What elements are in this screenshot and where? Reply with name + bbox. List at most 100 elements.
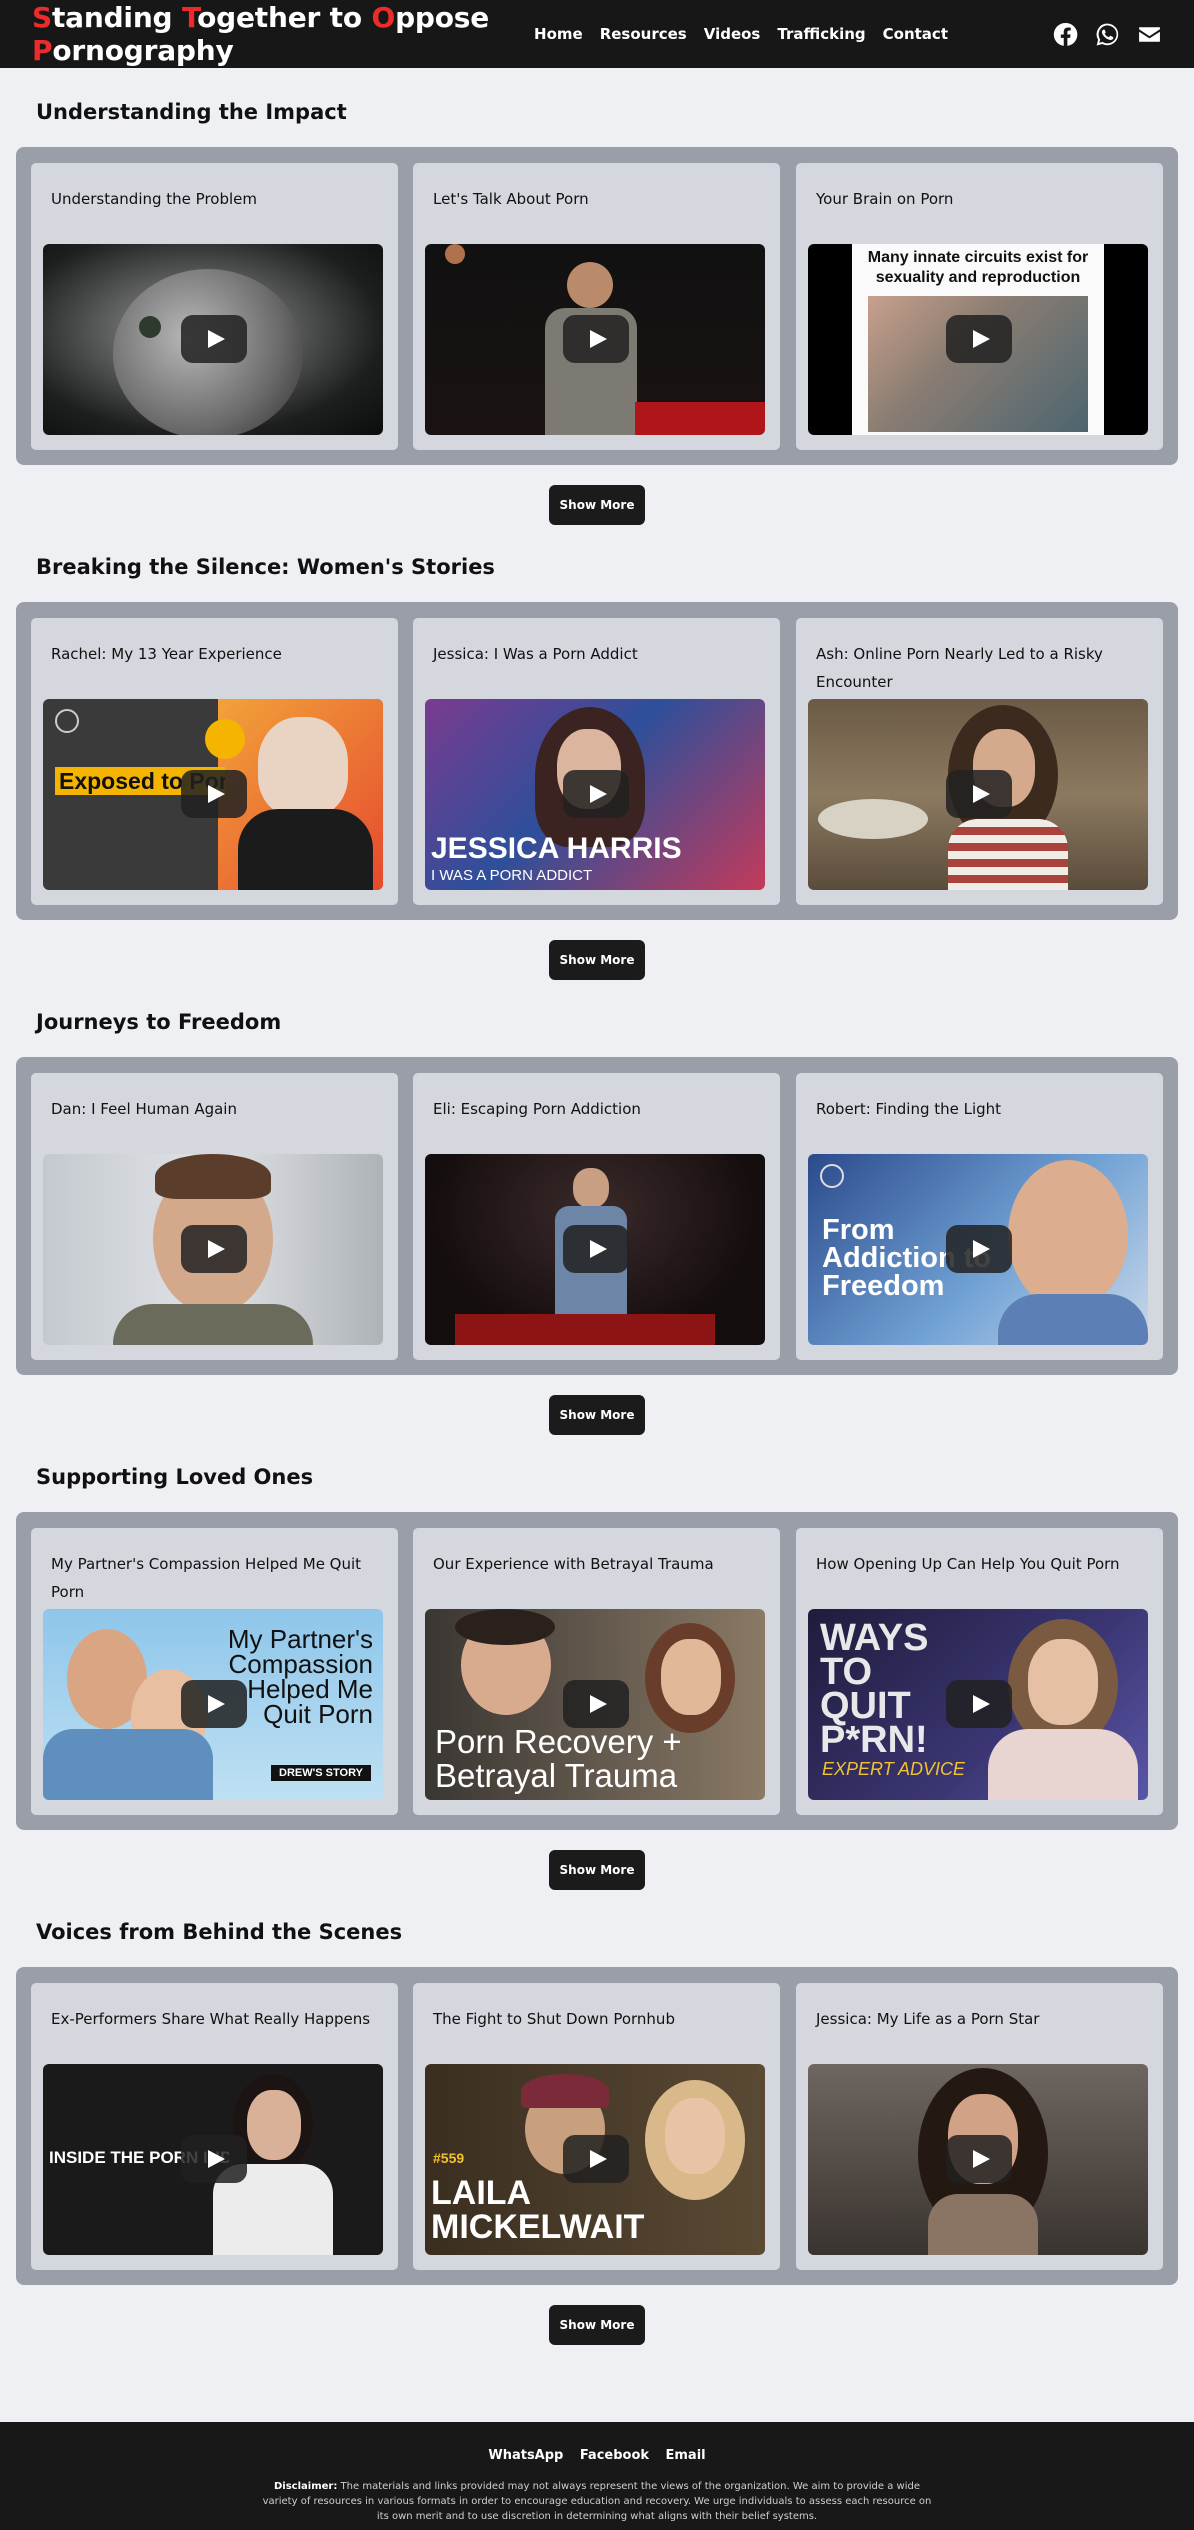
nav-videos[interactable]: Videos — [704, 25, 761, 43]
play-button-icon[interactable] — [181, 1680, 247, 1728]
video-card[interactable]: My Partner's Compassion Helped Me Quit P… — [31, 1528, 398, 1815]
nav-trafficking[interactable]: Trafficking — [777, 25, 865, 43]
play-button-icon[interactable] — [563, 770, 629, 818]
section-title: Journeys to Freedom — [36, 1010, 282, 1034]
video-thumbnail[interactable] — [425, 244, 765, 435]
video-card[interactable]: Ex-Performers Share What Really Happens … — [31, 1983, 398, 2270]
video-card[interactable]: Ash: Online Porn Nearly Led to a Risky E… — [796, 618, 1163, 905]
section-behind-the-scenes: Voices from Behind the Scenes Ex-Perform… — [0, 1920, 1194, 2350]
video-thumbnail[interactable]: From Addiction to Freedom — [808, 1154, 1148, 1345]
footer-links: WhatsApp Facebook Email — [0, 2446, 1194, 2464]
show-more-button[interactable]: Show More — [549, 485, 645, 525]
video-thumbnail[interactable]: INSIDE THE PORN IND — [43, 2064, 383, 2255]
show-more-button[interactable]: Show More — [549, 1395, 645, 1435]
woman-face — [661, 1639, 721, 1715]
nav-contact[interactable]: Contact — [883, 25, 948, 43]
section-title: Breaking the Silence: Women's Stories — [36, 555, 495, 579]
video-thumbnail[interactable] — [808, 2064, 1148, 2255]
site-logo[interactable]: Standing Together to Oppose Pornography — [32, 1, 517, 67]
video-card[interactable]: Dan: I Feel Human Again — [31, 1073, 398, 1360]
show-more-button[interactable]: Show More — [549, 940, 645, 980]
video-thumbnail[interactable]: My Partner's Compassion Helped Me Quit P… — [43, 1609, 383, 1800]
section-title: Voices from Behind the Scenes — [36, 1920, 403, 1944]
video-title: Robert: Finding the Light — [816, 1100, 1002, 1118]
play-button-icon[interactable] — [946, 1225, 1012, 1273]
couple-clothes — [43, 1729, 213, 1800]
man-shirt — [113, 1304, 313, 1345]
stage-sign — [635, 402, 765, 435]
man-hair — [155, 1154, 271, 1199]
disclaimer-text: Disclaimer: The materials and links prov… — [262, 2479, 932, 2524]
play-button-icon[interactable] — [563, 315, 629, 363]
stage-light — [445, 244, 465, 264]
footer-link-whatsapp[interactable]: WhatsApp — [488, 2448, 563, 2463]
video-thumbnail[interactable]: WAYS TO QUIT P*RN! EXPERT ADVICE — [808, 1609, 1148, 1800]
video-card[interactable]: The Fight to Shut Down Pornhub #559 LAIL… — [413, 1983, 780, 2270]
logo-word: ppose — [395, 1, 490, 34]
video-thumbnail[interactable]: Many innate circuits exist for sexuality… — [808, 244, 1148, 435]
video-card[interactable]: Robert: Finding the Light From Addiction… — [796, 1073, 1163, 1360]
video-thumbnail[interactable]: #559 LAILA MICKELWAIT — [425, 2064, 765, 2255]
section-supporting-loved-ones: Supporting Loved Ones My Partner's Compa… — [0, 1465, 1194, 1895]
thumbnail-headline: Porn Recovery + Betrayal Trauma — [435, 1723, 682, 1794]
play-button-icon[interactable] — [181, 770, 247, 818]
video-card[interactable]: Rachel: My 13 Year Experience Exposed to… — [31, 618, 398, 905]
envelope-icon[interactable] — [1136, 21, 1162, 47]
doll-eye — [139, 316, 161, 338]
woman-top — [988, 1729, 1138, 1800]
video-thumbnail[interactable] — [425, 1154, 765, 1345]
footer-link-facebook[interactable]: Facebook — [580, 2448, 649, 2463]
video-title: Let's Talk About Porn — [433, 190, 589, 208]
woman-face — [1028, 1639, 1098, 1725]
video-title: My Partner's Compassion Helped Me Quit P… — [51, 1555, 362, 1601]
video-card[interactable]: Jessica: My Life as a Porn Star — [796, 1983, 1163, 2270]
video-card[interactable]: Let's Talk About Porn — [413, 163, 780, 450]
man-face — [1008, 1160, 1128, 1310]
video-title: Jessica: My Life as a Porn Star — [816, 2010, 1040, 2028]
logo-word: ogether to — [197, 1, 372, 34]
woman-shirt — [238, 809, 373, 890]
podcast-icon — [55, 709, 79, 733]
thumbnail-subtitle: I WAS A PORN ADDICT — [431, 867, 593, 884]
section-title: Supporting Loved Ones — [36, 1465, 314, 1489]
show-more-button[interactable]: Show More — [549, 2305, 645, 2345]
video-thumbnail[interactable]: Porn Recovery + Betrayal Trauma — [425, 1609, 765, 1800]
video-thumbnail[interactable]: JESSICA HARRIS I WAS A PORN ADDICT — [425, 699, 765, 890]
video-thumbnail[interactable] — [43, 1154, 383, 1345]
video-thumbnail[interactable] — [43, 244, 383, 435]
woman-face — [665, 2098, 725, 2174]
play-button-icon[interactable] — [181, 1225, 247, 1273]
section-womens-stories: Breaking the Silence: Women's Stories Ra… — [0, 555, 1194, 985]
play-button-icon[interactable] — [946, 2135, 1012, 2183]
video-card[interactable]: Our Experience with Betrayal Trauma Porn… — [413, 1528, 780, 1815]
video-card[interactable]: Jessica: I Was a Porn Addict JESSICA HAR… — [413, 618, 780, 905]
play-button-icon[interactable] — [946, 315, 1012, 363]
main-nav: Home Resources Videos Trafficking Contac… — [517, 21, 1162, 47]
thumbnail-subtitle: #559 — [433, 2150, 465, 2166]
play-button-icon[interactable] — [181, 315, 247, 363]
play-button-icon[interactable] — [946, 770, 1012, 818]
play-button-icon[interactable] — [563, 2135, 629, 2183]
play-button-icon[interactable] — [946, 1680, 1012, 1728]
facebook-icon[interactable] — [1052, 21, 1078, 47]
play-button-icon[interactable] — [181, 2135, 247, 2183]
woman-face — [258, 717, 348, 817]
round-table — [818, 799, 928, 839]
video-thumbnail[interactable]: Exposed to Porn at Age 7 — [43, 699, 383, 890]
video-thumbnail[interactable] — [808, 699, 1148, 890]
section-title: Understanding the Impact — [36, 100, 347, 124]
speaker-head — [567, 262, 613, 308]
video-title: Ex-Performers Share What Really Happens — [51, 2010, 371, 2028]
video-card[interactable]: Eli: Escaping Porn Addiction — [413, 1073, 780, 1360]
video-card[interactable]: Understanding the Problem — [31, 163, 398, 450]
video-card[interactable]: How Opening Up Can Help You Quit Porn WA… — [796, 1528, 1163, 1815]
video-card[interactable]: Your Brain on Porn Many innate circuits … — [796, 163, 1163, 450]
nav-home[interactable]: Home — [534, 25, 583, 43]
play-button-icon[interactable] — [563, 1225, 629, 1273]
show-more-button[interactable]: Show More — [549, 1850, 645, 1890]
nav-resources[interactable]: Resources — [600, 25, 687, 43]
disclaimer-body: The materials and links provided may not… — [262, 2481, 932, 2522]
footer-link-email[interactable]: Email — [666, 2448, 706, 2463]
play-button-icon[interactable] — [563, 1680, 629, 1728]
whatsapp-icon[interactable] — [1094, 21, 1120, 47]
